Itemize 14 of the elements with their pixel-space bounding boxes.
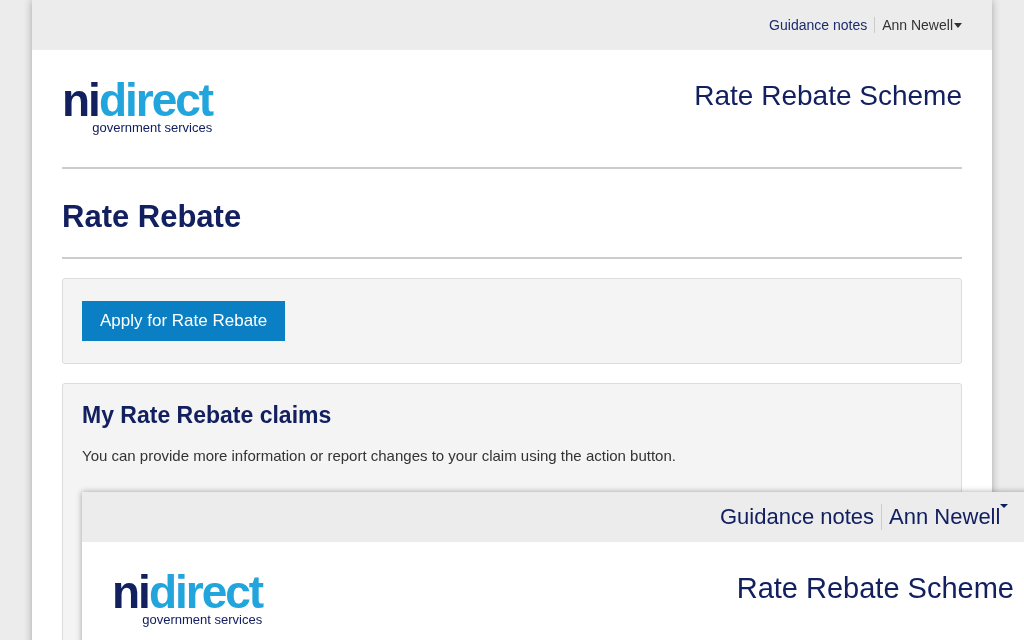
page-title: Rate Rebate — [62, 169, 962, 259]
service-name: Rate Rebate Scheme — [694, 80, 962, 113]
claims-heading: My Rate Rebate claims — [82, 402, 333, 429]
service-name: Rate Rebate Scheme — [736, 572, 1014, 606]
user-menu[interactable]: Ann Newell — [882, 504, 1009, 530]
nidirect-logo[interactable]: nidirect government services — [62, 80, 213, 167]
guidance-notes-link[interactable]: Guidance notes — [720, 504, 883, 530]
user-menu[interactable]: Ann Newell — [875, 17, 962, 33]
nidirect-logo[interactable]: nidirect government services — [112, 572, 263, 627]
apply-button[interactable]: Apply for Rate Rebate — [82, 301, 286, 341]
caret-icon — [954, 22, 962, 28]
claims-intro: You can provide more information or report changes to your claim using the action button. — [82, 447, 677, 464]
caret-icon — [1000, 504, 1009, 508]
guidance-notes-link[interactable]: Guidance notes — [769, 17, 876, 33]
